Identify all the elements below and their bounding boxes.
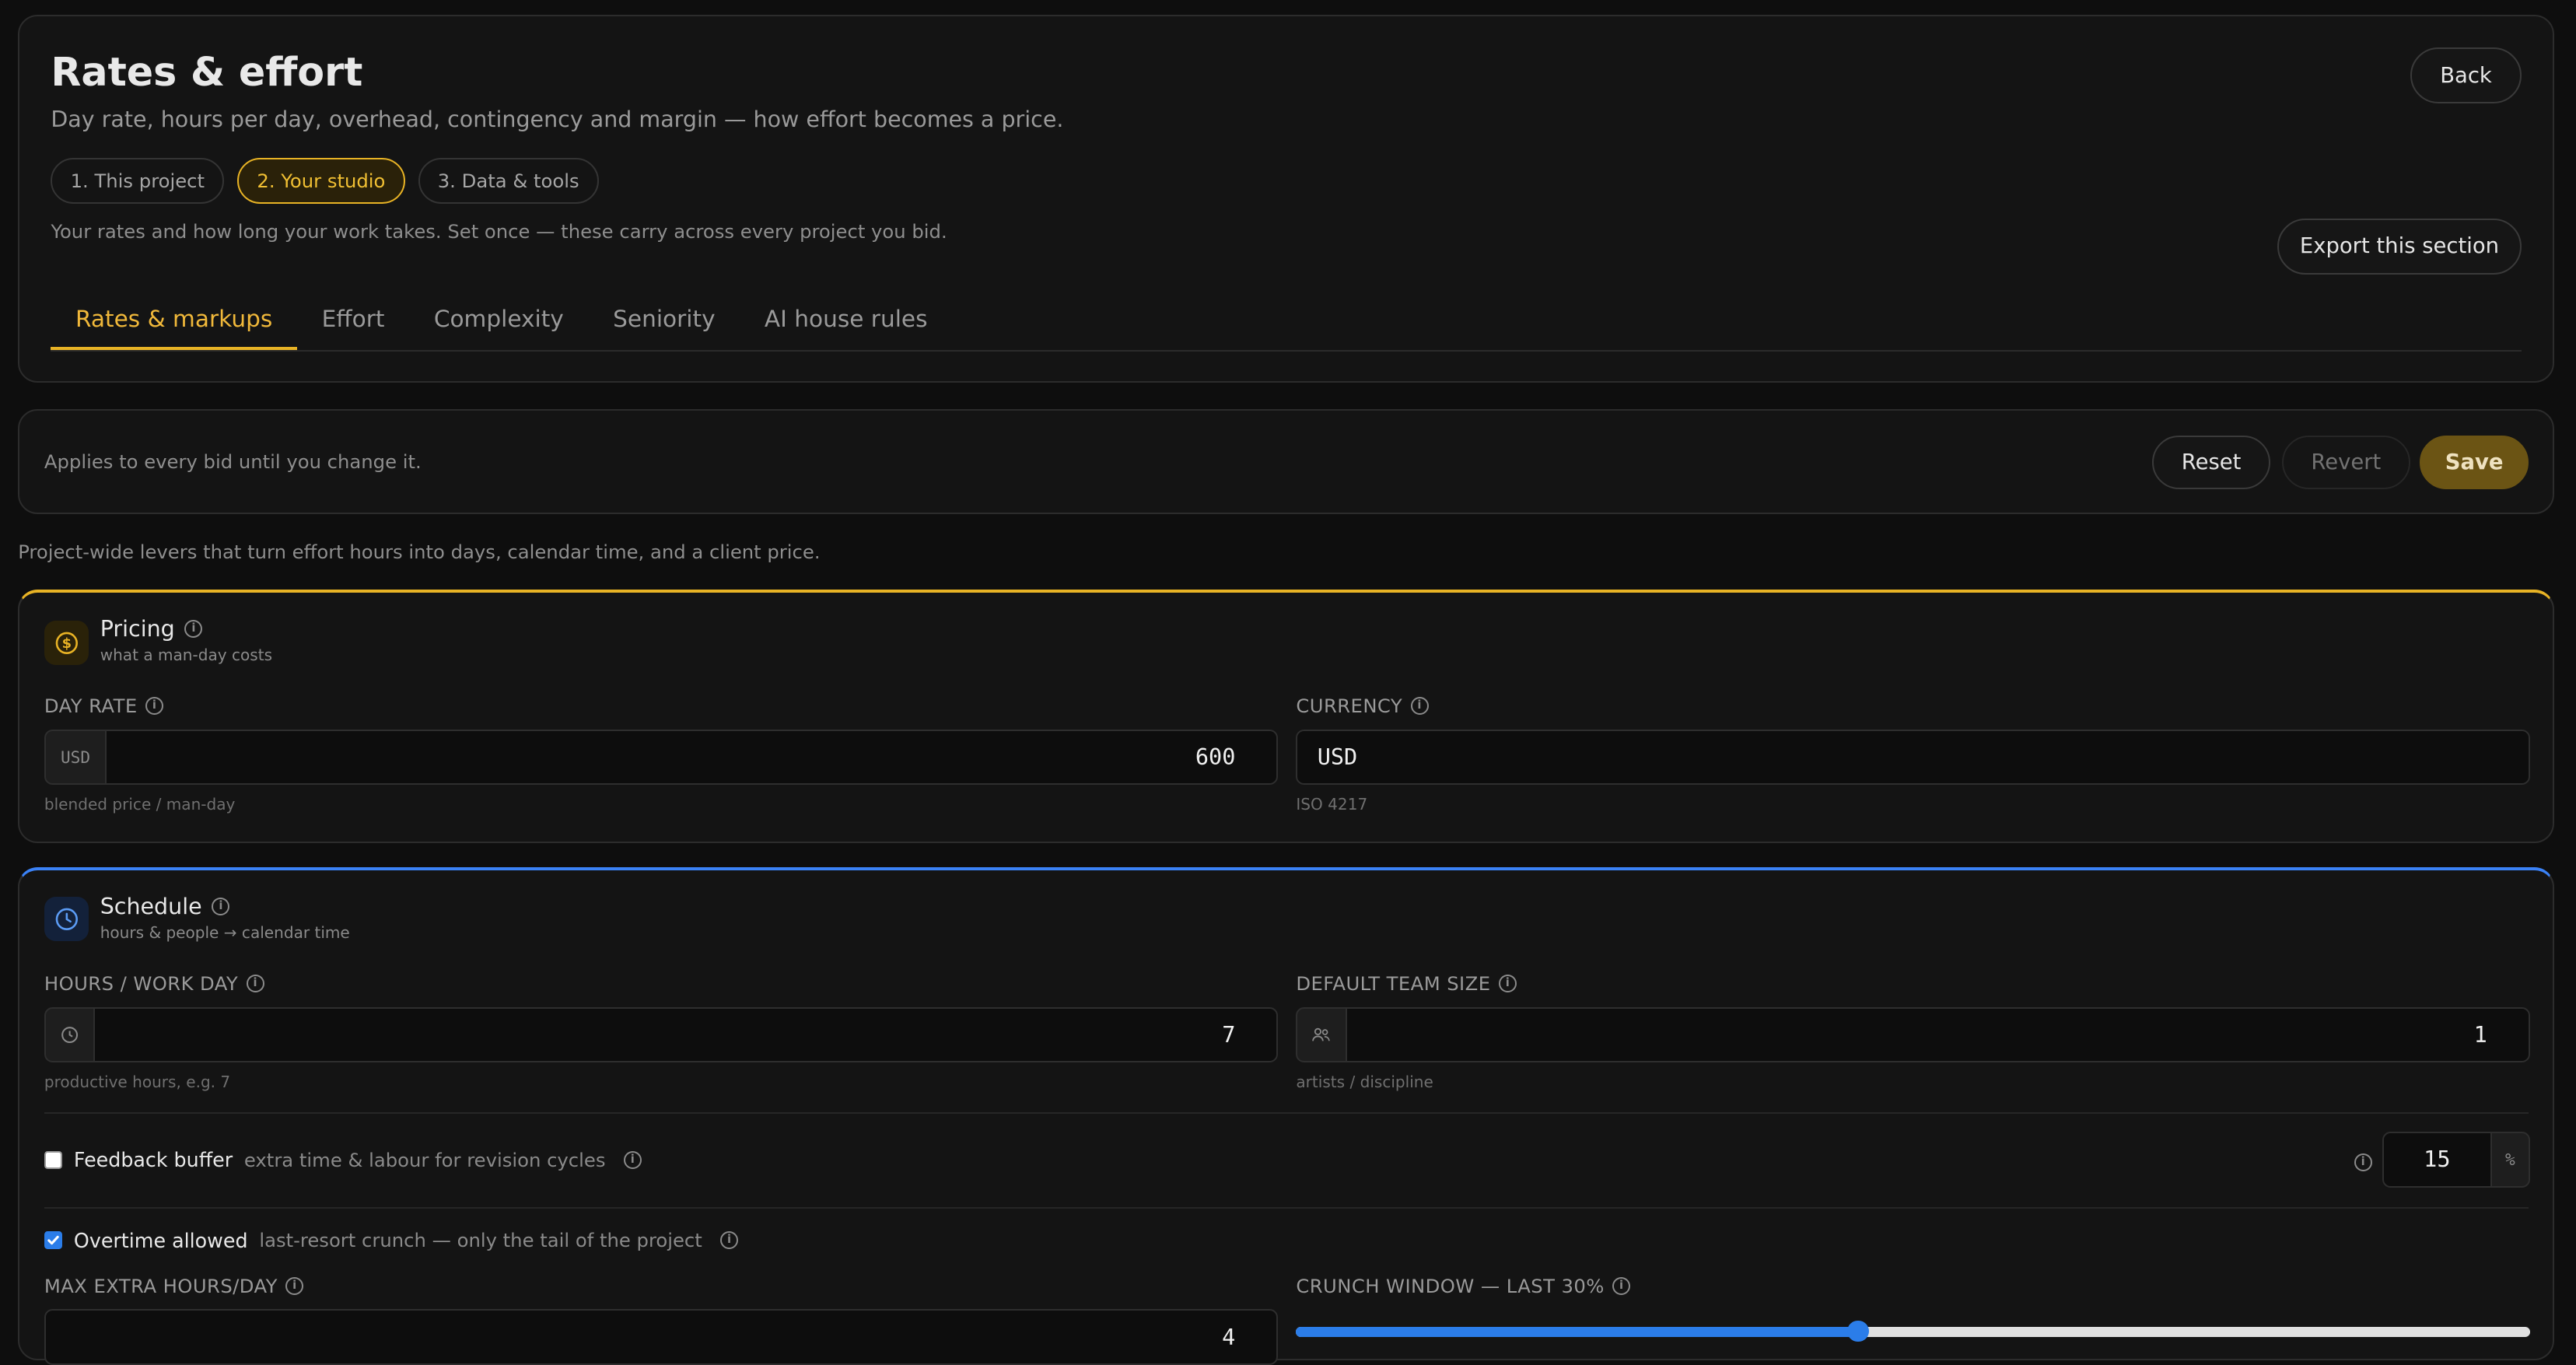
schedule-card: Schedule i hours & people → calendar tim… bbox=[18, 867, 2555, 1365]
save-button[interactable]: Save bbox=[2420, 435, 2529, 490]
team-size-label-text: DEFAULT TEAM SIZE bbox=[1296, 972, 1491, 996]
info-icon[interactable]: i bbox=[1410, 697, 1429, 716]
clock-addon-icon bbox=[44, 1006, 96, 1063]
info-icon[interactable]: i bbox=[285, 1276, 304, 1295]
crunch-window-slider[interactable] bbox=[1296, 1320, 2530, 1342]
tab-rates-markups[interactable]: Rates & markups bbox=[51, 289, 297, 350]
max-extra-label-text: MAX EXTRA HOURS/DAY bbox=[44, 1274, 278, 1297]
day-rate-label-text: DAY RATE bbox=[44, 695, 138, 718]
max-extra-label: MAX EXTRA HOURS/DAY i bbox=[44, 1275, 304, 1297]
team-size-hint: artists / discipline bbox=[1296, 1073, 1433, 1092]
tab-complexity[interactable]: Complexity bbox=[409, 289, 588, 350]
dollar-icon: $ bbox=[44, 621, 89, 666]
action-bar: Applies to every bid until you change it… bbox=[18, 408, 2555, 515]
step-data-tools[interactable]: 3. Data & tools bbox=[418, 157, 599, 204]
info-icon[interactable]: i bbox=[623, 1150, 642, 1169]
levers-description: Project-wide levers that turn effort hou… bbox=[18, 540, 821, 563]
tab-effort[interactable]: Effort bbox=[297, 289, 409, 350]
feedback-buffer-row: Feedback buffer extra time & labour for … bbox=[44, 1148, 642, 1171]
section-note: Your rates and how long your work takes.… bbox=[51, 219, 947, 243]
pricing-title-text: Pricing bbox=[100, 615, 175, 642]
currency-addon: USD bbox=[44, 729, 107, 786]
team-size-input[interactable]: 1 bbox=[1345, 1006, 2530, 1063]
users-icon bbox=[1296, 1006, 1347, 1063]
info-icon[interactable]: i bbox=[212, 897, 230, 915]
back-button[interactable]: Back bbox=[2410, 47, 2522, 103]
step-nav: 1. This project 2. Your studio 3. Data &… bbox=[51, 157, 599, 204]
page-subtitle: Day rate, hours per day, overhead, conti… bbox=[51, 107, 1064, 133]
page-title: Rates & effort bbox=[51, 49, 363, 96]
info-icon[interactable]: i bbox=[1499, 975, 1517, 993]
feedback-buffer-checkbox[interactable] bbox=[44, 1150, 63, 1169]
pricing-card: $ Pricing i what a man-day costs DAY RAT… bbox=[18, 590, 2555, 843]
header-card: Rates & effort Day rate, hours per day, … bbox=[18, 15, 2555, 383]
crunch-window-slider-fill bbox=[1296, 1327, 1858, 1338]
action-bar-text: Applies to every bid until you change it… bbox=[44, 450, 422, 473]
divider bbox=[44, 1207, 2529, 1209]
currency-label: CURRENCY i bbox=[1296, 695, 1429, 718]
max-extra-hours-input[interactable]: 4 bbox=[44, 1309, 1279, 1365]
export-section-button[interactable]: Export this section bbox=[2277, 218, 2522, 275]
hours-hint: productive hours, e.g. 7 bbox=[44, 1073, 231, 1092]
feedback-buffer-label: Feedback buffer bbox=[73, 1148, 233, 1172]
crunch-window-label: CRUNCH WINDOW — LAST 30% i bbox=[1296, 1274, 1631, 1297]
feedback-buffer-input[interactable]: 15 bbox=[2382, 1132, 2493, 1188]
day-rate-input[interactable]: 600 bbox=[105, 729, 1279, 786]
info-icon[interactable]: i bbox=[184, 619, 203, 638]
overtime-desc: last-resort crunch — only the tail of th… bbox=[259, 1229, 702, 1252]
feedback-buffer-desc: extra time & labour for revision cycles bbox=[243, 1148, 606, 1171]
day-rate-label: DAY RATE i bbox=[44, 695, 164, 718]
tab-ai-house-rules[interactable]: AI house rules bbox=[740, 289, 952, 350]
tab-bar: Rates & markups Effort Complexity Senior… bbox=[51, 289, 2522, 352]
crunch-window-slider-thumb[interactable] bbox=[1847, 1320, 1869, 1342]
pricing-title: Pricing i bbox=[100, 616, 203, 642]
step-this-project[interactable]: 1. This project bbox=[51, 157, 225, 204]
svg-text:$: $ bbox=[61, 635, 71, 652]
hours-label: HOURS / WORK DAY i bbox=[44, 972, 264, 995]
tab-seniority[interactable]: Seniority bbox=[588, 289, 740, 350]
hours-per-day-input[interactable]: 7 bbox=[93, 1006, 1279, 1063]
clock-icon bbox=[44, 897, 89, 942]
percent-addon: % bbox=[2490, 1132, 2530, 1188]
team-size-label: DEFAULT TEAM SIZE i bbox=[1296, 972, 1517, 995]
currency-input[interactable]: USD bbox=[1296, 729, 2530, 786]
schedule-subtitle: hours & people → calendar time bbox=[100, 922, 350, 942]
info-icon[interactable]: i bbox=[720, 1231, 739, 1250]
currency-label-text: CURRENCY bbox=[1296, 695, 1403, 718]
hours-label-text: HOURS / WORK DAY bbox=[44, 972, 239, 996]
schedule-title-text: Schedule bbox=[100, 893, 202, 919]
currency-hint: ISO 4217 bbox=[1296, 795, 1368, 814]
overtime-label: Overtime allowed bbox=[73, 1228, 248, 1252]
overtime-row: Overtime allowed last-resort crunch — on… bbox=[44, 1228, 739, 1252]
schedule-title: Schedule i bbox=[100, 894, 230, 919]
info-icon[interactable]: i bbox=[1612, 1276, 1631, 1295]
info-icon[interactable]: i bbox=[2354, 1153, 2372, 1171]
pricing-subtitle: what a man-day costs bbox=[100, 645, 273, 664]
step-your-studio[interactable]: 2. Your studio bbox=[237, 157, 405, 204]
crunch-window-label-text: CRUNCH WINDOW — LAST 30% bbox=[1296, 1274, 1605, 1297]
info-icon[interactable]: i bbox=[145, 697, 164, 716]
day-rate-hint: blended price / man-day bbox=[44, 795, 236, 814]
info-icon[interactable]: i bbox=[246, 975, 264, 993]
divider bbox=[44, 1111, 2529, 1114]
revert-button[interactable]: Revert bbox=[2281, 435, 2410, 490]
overtime-checkbox[interactable] bbox=[44, 1231, 63, 1250]
reset-button[interactable]: Reset bbox=[2152, 435, 2271, 490]
